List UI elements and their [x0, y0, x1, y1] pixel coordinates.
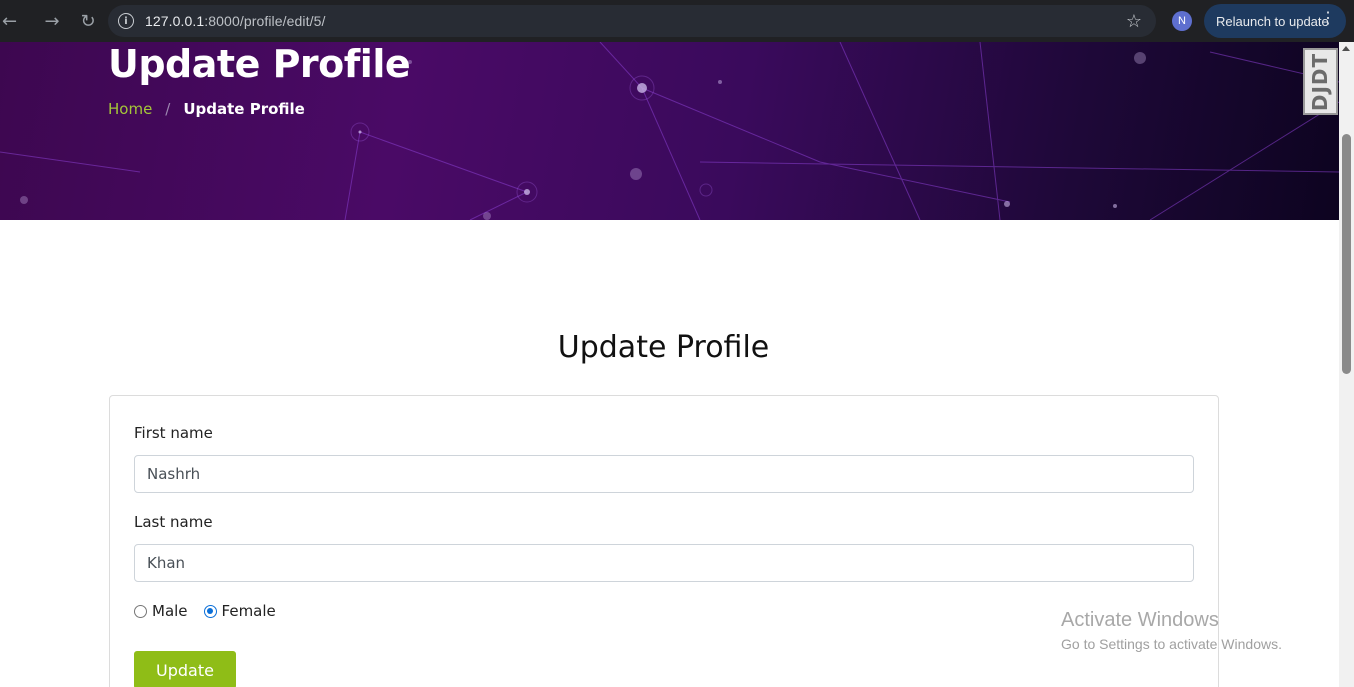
debug-toolbar-label: DJDT	[1308, 52, 1333, 111]
more-menu-icon[interactable]: ⋮	[1320, 11, 1336, 27]
update-button[interactable]: Update	[134, 651, 236, 687]
form-heading: Update Profile	[557, 330, 770, 365]
profile-form-card: First name Last name Male Female Update	[109, 395, 1219, 687]
breadcrumb-separator: /	[165, 100, 171, 118]
windows-activation-watermark: Activate Windows Go to Settings to activ…	[1061, 609, 1282, 652]
back-icon[interactable]: ←	[0, 0, 24, 42]
watermark-line-1: Activate Windows	[1061, 609, 1219, 631]
scrollbar-thumb[interactable]	[1342, 134, 1351, 374]
last-name-label: Last name	[134, 513, 213, 531]
relaunch-label: Relaunch to update	[1216, 13, 1329, 29]
address-bar[interactable]: i 127.0.0.1:8000/profile/edit/5/ ☆	[108, 5, 1156, 37]
first-name-input[interactable]	[134, 455, 1194, 493]
breadcrumb-current: Update Profile	[183, 100, 305, 118]
forward-icon[interactable]: →	[34, 0, 70, 42]
last-name-input[interactable]	[134, 544, 1194, 582]
profile-avatar[interactable]: N	[1172, 11, 1192, 31]
gender-label-female[interactable]: Female	[222, 602, 276, 620]
gender-radio-female[interactable]	[203, 604, 217, 618]
breadcrumb: Home / Update Profile	[108, 100, 305, 118]
relaunch-button[interactable]: Relaunch to update ⋮	[1204, 4, 1346, 38]
gender-radio-male[interactable]	[134, 604, 147, 618]
scroll-up-arrow-icon[interactable]	[1342, 46, 1350, 51]
hero-banner: Update Profile Home / Update Profile	[0, 42, 1339, 220]
watermark-line-2: Go to Settings to activate Windows.	[1061, 636, 1282, 652]
url-text[interactable]: 127.0.0.1:8000/profile/edit/5/	[145, 13, 325, 29]
gender-radio-group: Male Female	[134, 602, 292, 620]
first-name-label: First name	[134, 424, 213, 442]
bookmark-star-icon[interactable]: ☆	[1126, 11, 1142, 32]
site-info-icon[interactable]: i	[118, 13, 134, 29]
gender-label-male[interactable]: Male	[152, 602, 188, 620]
reload-icon[interactable]: ↻	[70, 0, 106, 42]
url-path: :8000/profile/edit/5/	[204, 13, 326, 29]
page-scrollbar[interactable]	[1339, 42, 1354, 687]
url-host: 127.0.0.1	[145, 13, 205, 29]
browser-toolbar: ← → ↻ i 127.0.0.1:8000/profile/edit/5/ ☆…	[0, 0, 1354, 42]
debug-toolbar-handle[interactable]: DJDT	[1303, 48, 1338, 115]
page-title: Update Profile	[108, 42, 411, 86]
breadcrumb-home-link[interactable]: Home	[108, 100, 152, 118]
